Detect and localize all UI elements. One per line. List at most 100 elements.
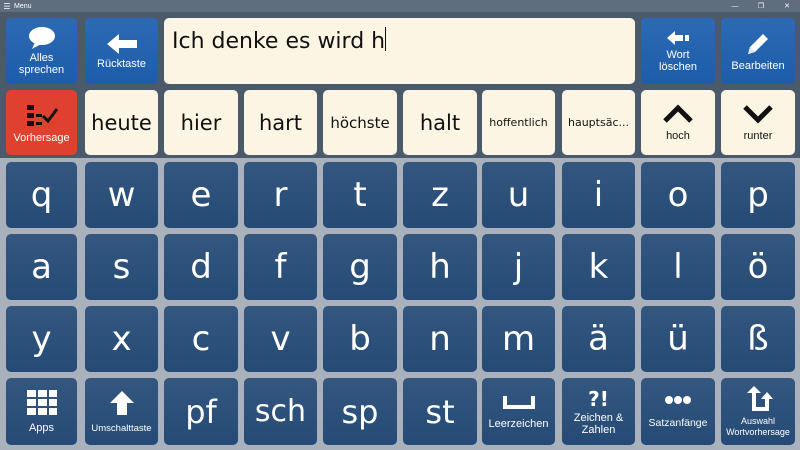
key-sharp-s[interactable]: ß bbox=[721, 306, 795, 372]
chevron-down-icon bbox=[743, 104, 773, 124]
key-label: p bbox=[747, 175, 769, 215]
key-label: h bbox=[429, 247, 451, 287]
ellipsis-icon bbox=[665, 395, 691, 404]
window-title: Menu bbox=[14, 2, 32, 10]
key-label: j bbox=[513, 247, 524, 287]
key-label: st bbox=[425, 392, 455, 431]
prediction-toggle-label: Vorhersage bbox=[13, 131, 70, 144]
scroll-down-button[interactable]: runter bbox=[721, 90, 795, 155]
message-text-field[interactable]: Ich denke es wird h bbox=[164, 18, 635, 84]
key-sch[interactable]: sch bbox=[244, 378, 317, 445]
space-label: Leerzeichen bbox=[488, 417, 549, 430]
space-button[interactable]: Leerzeichen bbox=[482, 378, 555, 445]
key-t[interactable]: t bbox=[323, 162, 397, 228]
key-b[interactable]: b bbox=[323, 306, 397, 372]
key-i[interactable]: i bbox=[562, 162, 635, 228]
backspace-button[interactable]: Rücktaste bbox=[85, 18, 158, 84]
key-st[interactable]: st bbox=[403, 378, 477, 445]
delete-word-button[interactable]: Wort löschen bbox=[641, 18, 715, 84]
key-pf[interactable]: pf bbox=[164, 378, 238, 445]
key-h[interactable]: h bbox=[403, 234, 477, 300]
key-label: ü bbox=[667, 319, 689, 359]
key-o-umlaut[interactable]: ö bbox=[721, 234, 795, 300]
scroll-down-label: runter bbox=[743, 129, 773, 142]
speak-all-button[interactable]: Alles sprechen bbox=[6, 18, 77, 84]
speak-all-label: Alles sprechen bbox=[18, 52, 65, 76]
prediction-word-2[interactable]: hier bbox=[164, 90, 238, 155]
prediction-toggle-button[interactable]: Vorhersage bbox=[6, 90, 77, 155]
key-v[interactable]: v bbox=[244, 306, 317, 372]
prediction-word-4[interactable]: höchste bbox=[323, 90, 397, 155]
key-label: g bbox=[349, 247, 371, 287]
key-a[interactable]: a bbox=[6, 234, 77, 300]
backspace-label: Rücktaste bbox=[97, 58, 146, 70]
key-u[interactable]: u bbox=[482, 162, 555, 228]
symbols-button[interactable]: ?! Zeichen & Zahlen bbox=[562, 378, 635, 445]
text-caret bbox=[385, 27, 387, 51]
key-y[interactable]: y bbox=[6, 306, 77, 372]
key-j[interactable]: j bbox=[482, 234, 555, 300]
key-e[interactable]: e bbox=[164, 162, 238, 228]
prediction-word-5[interactable]: halt bbox=[403, 90, 477, 155]
apps-button[interactable]: Apps bbox=[6, 378, 77, 445]
key-label: c bbox=[191, 319, 211, 359]
key-u-umlaut[interactable]: ü bbox=[641, 306, 715, 372]
key-d[interactable]: d bbox=[164, 234, 238, 300]
key-n[interactable]: n bbox=[403, 306, 477, 372]
prediction-word-text: hart bbox=[258, 110, 303, 135]
shift-label: Umschalttaste bbox=[91, 422, 152, 434]
key-label: i bbox=[593, 175, 604, 215]
chevron-up-icon bbox=[663, 103, 693, 123]
key-p[interactable]: p bbox=[721, 162, 795, 228]
key-label: o bbox=[667, 175, 689, 215]
prediction-word-text: höchste bbox=[330, 113, 390, 132]
key-k[interactable]: k bbox=[562, 234, 635, 300]
key-label: q bbox=[30, 175, 53, 215]
key-a-umlaut[interactable]: ä bbox=[562, 306, 635, 372]
prediction-word-6[interactable]: hoffentlich bbox=[482, 90, 555, 155]
key-g[interactable]: g bbox=[323, 234, 397, 300]
key-o[interactable]: o bbox=[641, 162, 715, 228]
minimize-button[interactable]: — bbox=[722, 0, 748, 12]
grid-apps-icon bbox=[26, 390, 57, 415]
key-q[interactable]: q bbox=[6, 162, 77, 228]
key-m[interactable]: m bbox=[482, 306, 555, 372]
key-label: e bbox=[190, 175, 212, 215]
key-w[interactable]: w bbox=[85, 162, 158, 228]
scroll-up-button[interactable]: hoch bbox=[641, 90, 715, 155]
prediction-word-3[interactable]: hart bbox=[244, 90, 317, 155]
maximize-button[interactable]: ❐ bbox=[748, 0, 774, 12]
shift-button[interactable]: Umschalttaste bbox=[85, 378, 158, 445]
arrow-left-small-icon bbox=[667, 31, 689, 45]
apps-label: Apps bbox=[28, 422, 55, 434]
sentence-starters-label: Satzanfänge bbox=[648, 416, 708, 429]
prediction-word-7[interactable]: hauptsäc... bbox=[562, 90, 635, 155]
close-button[interactable]: ✕ bbox=[774, 0, 800, 12]
key-label: ß bbox=[747, 319, 769, 359]
key-c[interactable]: c bbox=[164, 306, 238, 372]
key-label: ö bbox=[747, 247, 769, 287]
sentence-starters-button[interactable]: Satzanfänge bbox=[641, 378, 715, 445]
edit-button[interactable]: Bearbeiten bbox=[721, 18, 795, 84]
key-x[interactable]: x bbox=[85, 306, 158, 372]
key-label: w bbox=[107, 175, 136, 215]
key-sp[interactable]: sp bbox=[323, 378, 397, 445]
key-label: v bbox=[270, 319, 291, 359]
select-prediction-button[interactable]: Auswahl Wortvorhersage bbox=[721, 378, 795, 445]
scroll-up-label: hoch bbox=[666, 129, 690, 142]
hamburger-menu-icon[interactable]: ☰ bbox=[0, 2, 14, 11]
key-l[interactable]: l bbox=[641, 234, 715, 300]
key-label: pf bbox=[185, 392, 217, 431]
key-label: n bbox=[429, 319, 451, 359]
key-label: x bbox=[111, 319, 132, 359]
key-f[interactable]: f bbox=[244, 234, 317, 300]
key-label: z bbox=[431, 175, 449, 215]
key-label: f bbox=[274, 247, 287, 287]
key-s[interactable]: s bbox=[85, 234, 158, 300]
key-z[interactable]: z bbox=[403, 162, 477, 228]
prediction-word-text: hauptsäc... bbox=[568, 116, 629, 129]
window-controls: — ❐ ✕ bbox=[722, 0, 800, 12]
space-bar-icon bbox=[502, 395, 535, 409]
prediction-word-1[interactable]: heute bbox=[85, 90, 158, 155]
key-r[interactable]: r bbox=[244, 162, 317, 228]
